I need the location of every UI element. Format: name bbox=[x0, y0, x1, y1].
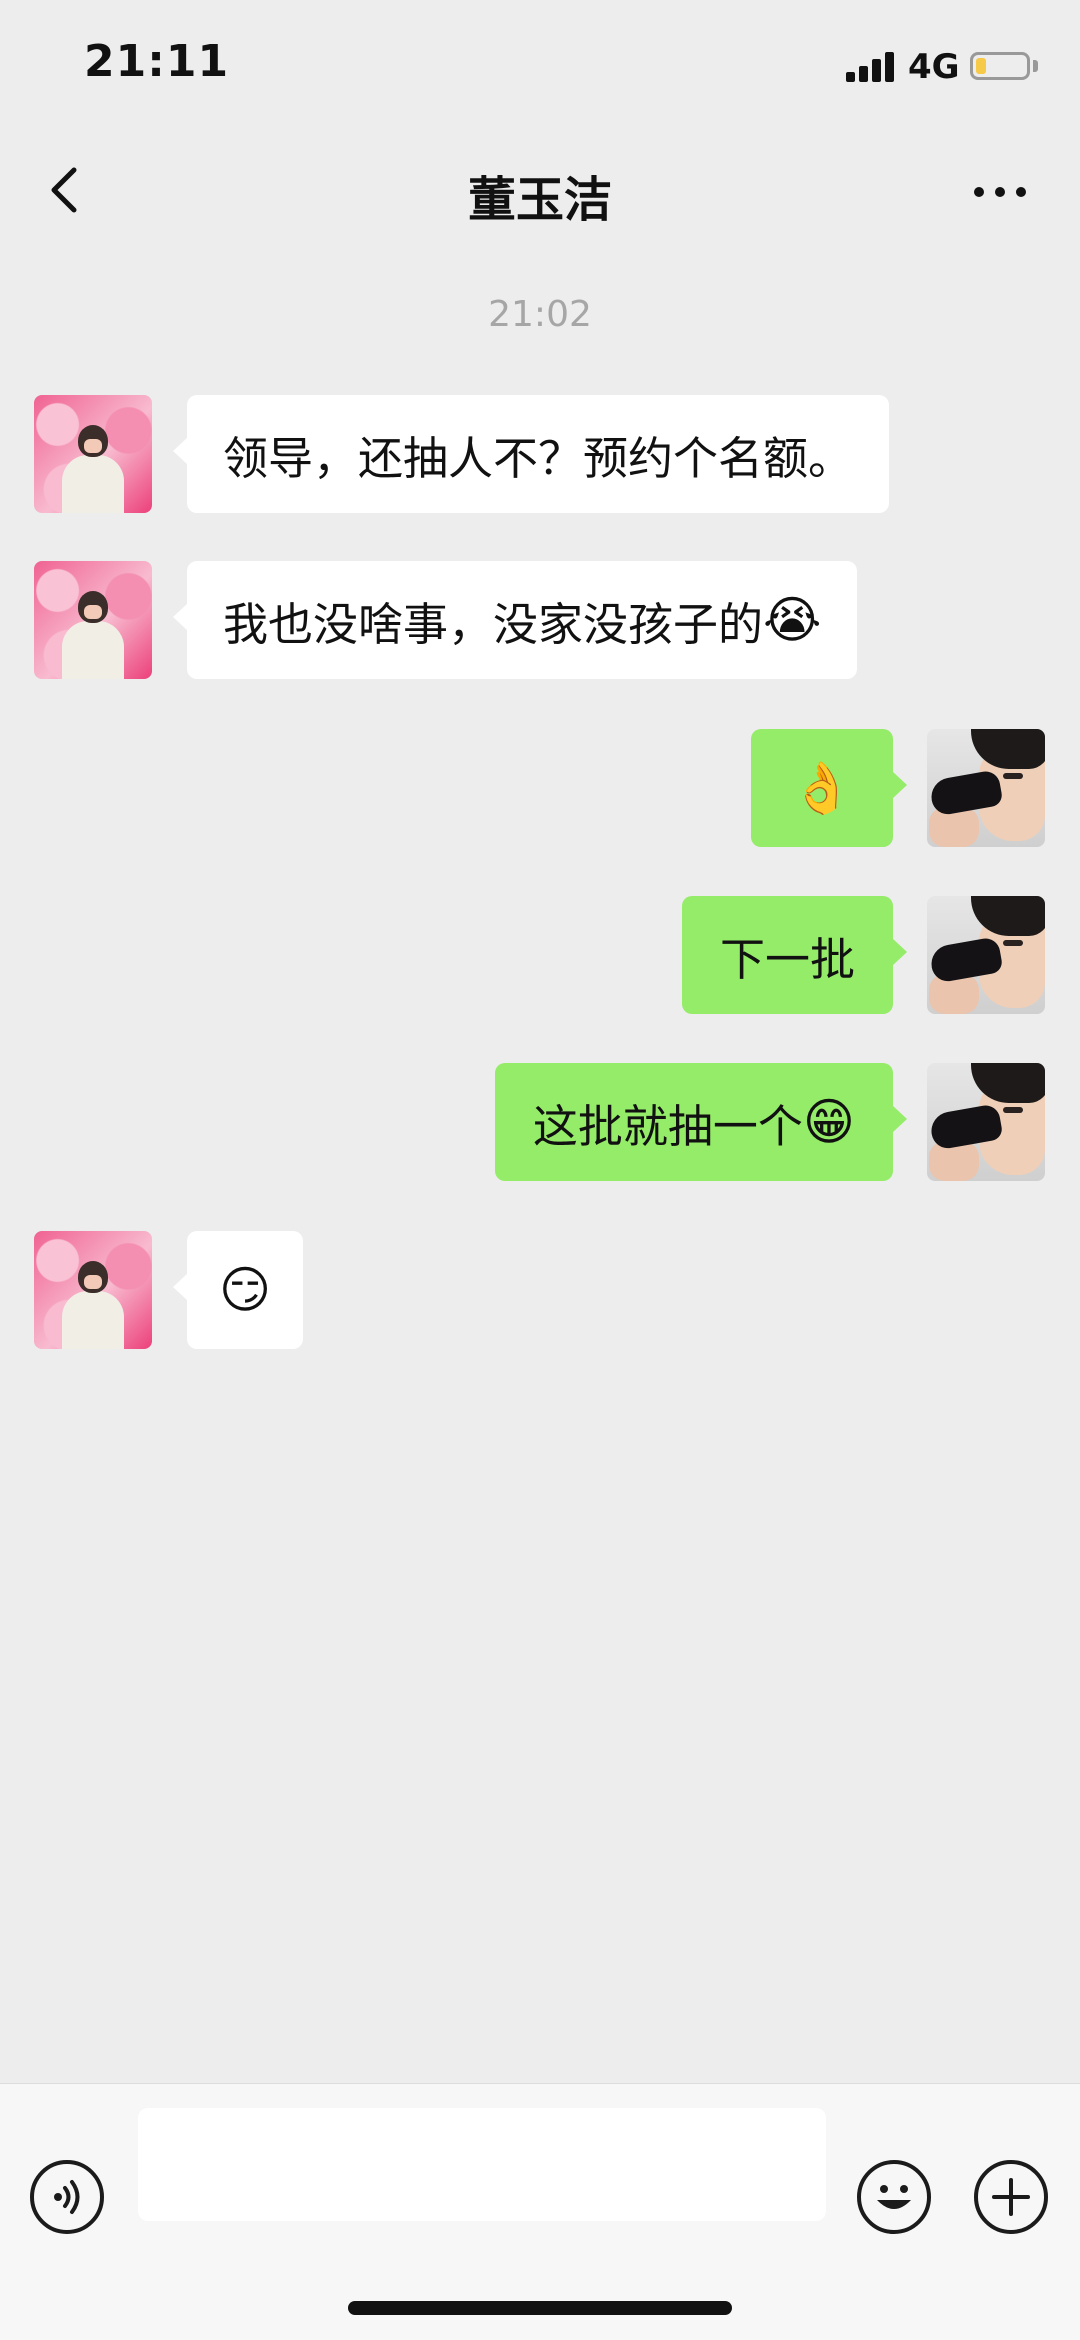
chat-title: 董玉洁 bbox=[467, 172, 612, 228]
message-bubble-sent[interactable]: 下一批 bbox=[681, 896, 908, 1014]
plus-button[interactable] bbox=[974, 2160, 1048, 2234]
status-bar: 21:11 4G bbox=[0, 0, 1080, 130]
battery-level bbox=[976, 58, 986, 74]
battery-icon bbox=[970, 52, 1030, 80]
more-button[interactable] bbox=[960, 160, 1040, 220]
network-type: 4G bbox=[908, 47, 960, 87]
status-time: 21:11 bbox=[84, 36, 230, 87]
message-text: 下一批 bbox=[719, 932, 855, 986]
more-dots-icon bbox=[995, 187, 1005, 197]
smirk-emoji: 😏 bbox=[219, 1261, 272, 1319]
message-bubble-sent[interactable]: 这批就抽一个 😁 bbox=[494, 1063, 908, 1181]
loudly-crying-emoji: 😭 bbox=[763, 591, 822, 649]
message-bubble-received[interactable]: 领导，还抽人不？预约个名额。 bbox=[172, 395, 890, 513]
contact-avatar[interactable] bbox=[34, 395, 152, 513]
input-bar bbox=[0, 2083, 1080, 2340]
my-avatar[interactable] bbox=[927, 1063, 1045, 1181]
emoji-button[interactable] bbox=[857, 2160, 931, 2234]
nav-bar: 董玉洁 bbox=[0, 130, 1080, 250]
contact-avatar[interactable] bbox=[34, 561, 152, 679]
home-indicator[interactable] bbox=[348, 2301, 732, 2315]
voice-button[interactable] bbox=[30, 2160, 104, 2234]
plus-icon bbox=[992, 2178, 1030, 2216]
message-text: 这批就抽一个 bbox=[532, 1099, 803, 1153]
more-dots-icon bbox=[974, 187, 984, 197]
message-text: 领导，还抽人不？预约个名额。 bbox=[223, 431, 854, 485]
voice-icon bbox=[54, 2180, 80, 2214]
message-timestamp: 21:02 bbox=[488, 294, 592, 335]
message-bubble-sent[interactable]: 👌 bbox=[750, 729, 908, 847]
signal-icon bbox=[846, 52, 898, 82]
contact-avatar[interactable] bbox=[34, 1231, 152, 1349]
my-avatar[interactable] bbox=[927, 896, 1045, 1014]
grinning-emoji: 😁 bbox=[802, 1093, 855, 1151]
message-bubble-received[interactable]: 我也没啥事，没家没孩子的 😭 bbox=[172, 561, 858, 679]
message-text: 我也没啥事，没家没孩子的 bbox=[223, 597, 764, 651]
more-dots-icon bbox=[1016, 187, 1026, 197]
my-avatar[interactable] bbox=[927, 729, 1045, 847]
battery-tip bbox=[1033, 60, 1038, 72]
message-bubble-received[interactable]: 😏 bbox=[172, 1231, 304, 1349]
ok-hand-emoji: 👌 bbox=[790, 759, 853, 817]
smiley-icon bbox=[877, 2185, 911, 2209]
message-input[interactable] bbox=[138, 2108, 826, 2221]
